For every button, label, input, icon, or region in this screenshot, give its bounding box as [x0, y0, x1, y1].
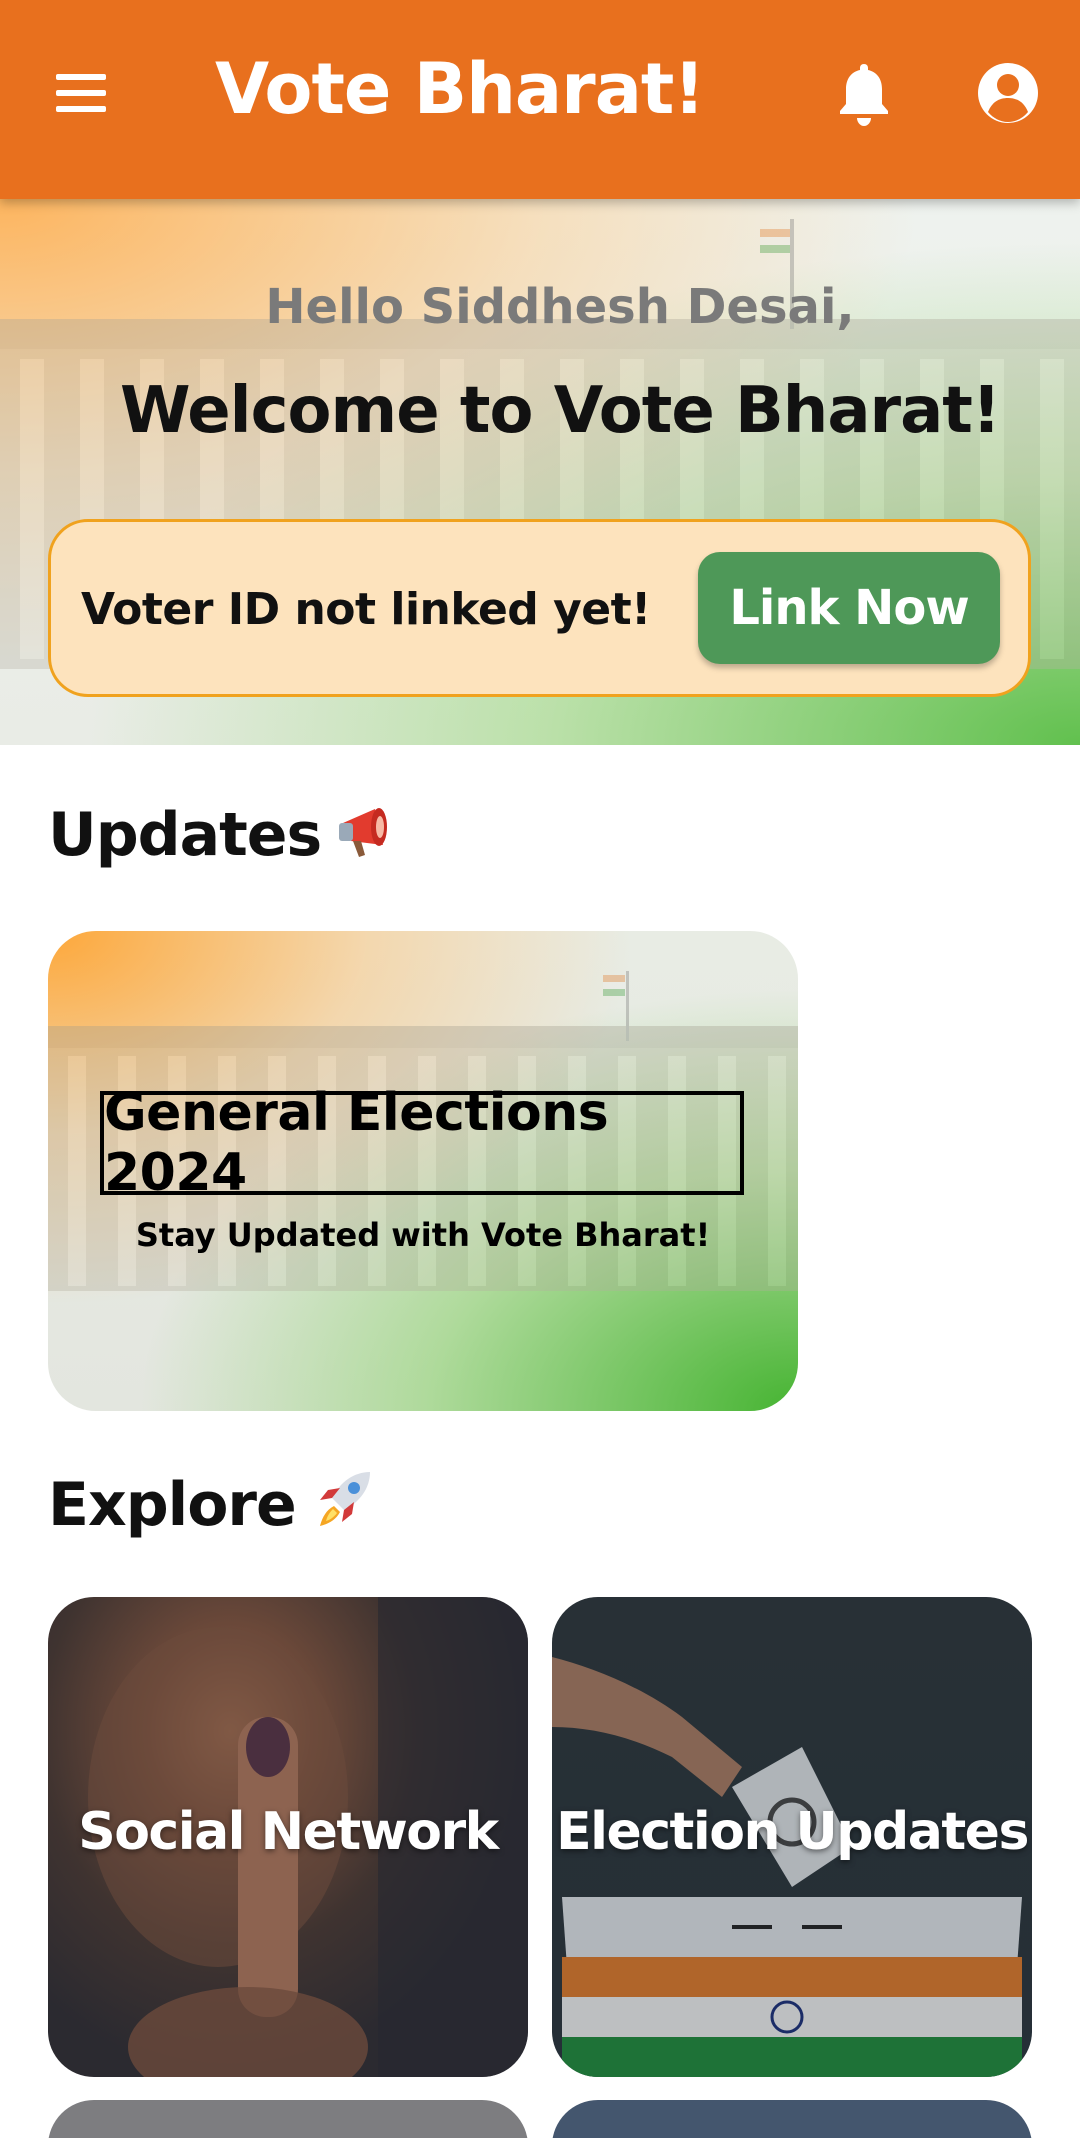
explore-section-title: Explore [48, 1466, 380, 1551]
explore-tile-label: Election Updates [556, 1802, 1029, 1862]
update-card-general-elections[interactable]: General Elections 2024 Stay Updated with… [48, 931, 798, 1411]
bell-icon[interactable] [833, 60, 895, 130]
account-circle-icon[interactable] [975, 60, 1041, 126]
link-now-button[interactable]: Link Now [698, 552, 1000, 664]
rocket-icon [310, 1466, 380, 1551]
app-screen: Vote Bharat! Hello Siddhesh Desai, Welco… [0, 0, 1080, 2138]
updates-section-title: Updates [48, 800, 405, 876]
explore-tile-label: Social Network [78, 1802, 499, 1862]
megaphone-icon [335, 801, 405, 876]
explore-tile-partial-left[interactable] [48, 2100, 528, 2138]
menu-icon[interactable] [50, 70, 118, 124]
update-card-subtitle: Stay Updated with Vote Bharat! [135, 1216, 711, 1254]
welcome-hero: Hello Siddhesh Desai, Welcome to Vote Bh… [0, 199, 1080, 745]
explore-tile-social-network[interactable]: Social Network [48, 1597, 528, 2077]
welcome-heading: Welcome to Vote Bharat! [119, 374, 1001, 448]
voter-id-status-text: Voter ID not linked yet! [81, 584, 651, 635]
greeting-text: Hello Siddhesh Desai, [265, 279, 855, 335]
app-title: Vote Bharat! [215, 48, 705, 130]
voter-id-alert-card: Voter ID not linked yet! Link Now [48, 519, 1031, 697]
explore-tile-election-updates[interactable]: Election Updates [552, 1597, 1032, 2077]
explore-tile-partial-right[interactable] [552, 2100, 1032, 2138]
top-app-bar: Vote Bharat! [0, 0, 1080, 199]
update-card-headline: General Elections 2024 [100, 1083, 744, 1203]
updates-title-text: Updates [48, 800, 322, 870]
explore-title-text: Explore [48, 1470, 297, 1541]
